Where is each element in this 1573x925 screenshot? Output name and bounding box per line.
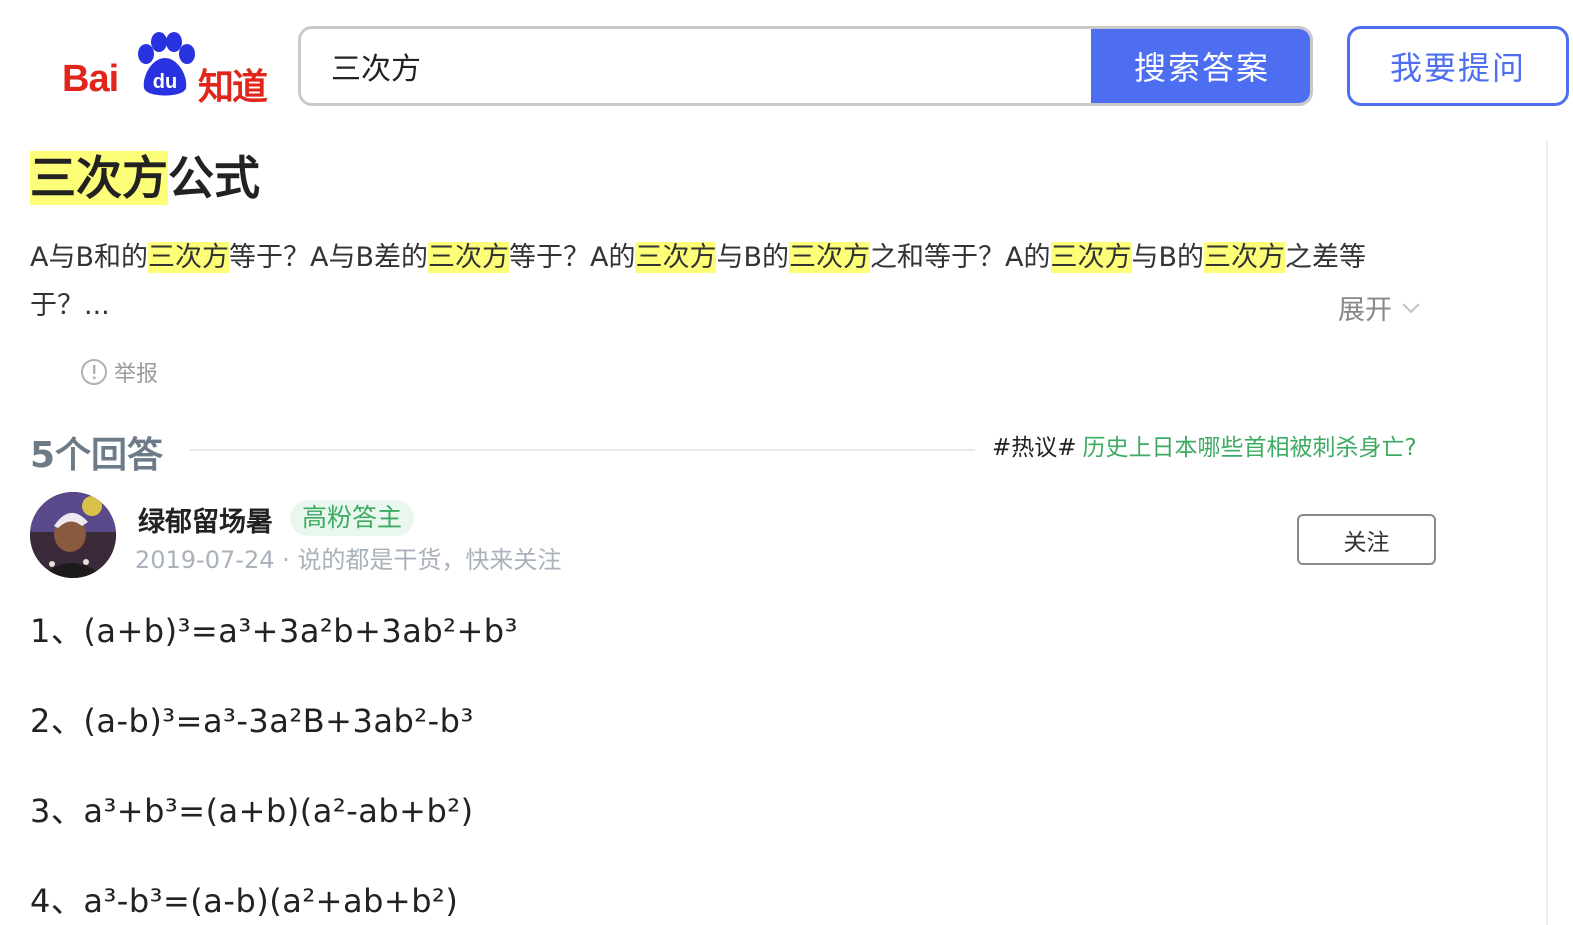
- baidu-zhidao-logo[interactable]: Bai du 知道: [60, 30, 270, 108]
- desc-text: 等于？A与B差的: [229, 242, 428, 273]
- report-label: 举报: [114, 362, 159, 387]
- right-divider: [1546, 140, 1548, 925]
- ask-question-button[interactable]: 我要提问: [1347, 26, 1569, 106]
- formula-line: 1、(a+b)³=a³+3a²b+3ab²+b³: [30, 612, 518, 650]
- answers-divider: [190, 449, 975, 451]
- title-rest: 公式: [168, 151, 260, 205]
- hot-tag: #热议#: [992, 435, 1077, 461]
- search-answers-button[interactable]: 搜索答案: [1091, 29, 1310, 103]
- author-badge: 高粉答主: [290, 500, 415, 536]
- chevron-down-icon: [1402, 302, 1420, 313]
- question-description: A与B和的三次方等于？A与B差的三次方等于？A的三次方与B的三次方之和等于？A的…: [30, 234, 1430, 330]
- desc-highlight: 三次方: [148, 242, 229, 273]
- report-button[interactable]: 举报: [80, 356, 158, 388]
- answer-meta: 2019-07-24 · 说的都是干货，快来关注: [135, 546, 562, 574]
- search-box: 搜索答案: [298, 26, 1313, 106]
- follow-button[interactable]: 关注: [1297, 514, 1436, 565]
- desc-highlight: 三次方: [1050, 242, 1132, 273]
- logo-text-du: du: [153, 71, 177, 93]
- expand-label: 展开: [1338, 295, 1392, 326]
- paw-logo-icon: du: [138, 32, 195, 96]
- desc-text: 与B的: [716, 242, 790, 273]
- logo-text-bai: Bai: [62, 58, 119, 100]
- desc-text: A与B和的: [30, 242, 148, 273]
- warning-circle-icon: [81, 359, 107, 385]
- desc-text: 等于？A的: [509, 242, 636, 273]
- desc-text: 与B的: [1131, 242, 1205, 273]
- avatar[interactable]: [30, 492, 116, 578]
- desc-highlight: 三次方: [1204, 242, 1286, 273]
- search-input[interactable]: [301, 29, 1091, 103]
- formula-line: 4、a³-b³=(a-b)(a²+ab+b²): [30, 882, 459, 920]
- hot-topic: #热议# 历史上日本哪些首相被刺杀身亡?: [992, 432, 1417, 464]
- formula-line: 3、a³+b³=(a+b)(a²-ab+b²): [30, 792, 474, 830]
- answers-count: 5个回答: [30, 435, 164, 476]
- title-highlight: 三次方: [30, 151, 168, 205]
- hot-topic-link[interactable]: 历史上日本哪些首相被刺杀身亡?: [1083, 432, 1417, 464]
- desc-text: 之和等于？A的: [870, 242, 1051, 273]
- question-title: 三次方公式: [30, 146, 260, 210]
- avatar-image: [30, 492, 116, 578]
- desc-highlight: 三次方: [428, 242, 509, 273]
- logo-text-zhidao: 知道: [198, 67, 268, 108]
- desc-highlight: 三次方: [789, 242, 871, 273]
- author-name[interactable]: 绿郁留场暑: [138, 500, 273, 539]
- desc-highlight: 三次方: [635, 242, 717, 273]
- formula-line: 2、(a-b)³=a³-3a²B+3ab²-b³: [30, 702, 474, 740]
- expand-button[interactable]: 展开: [1338, 288, 1422, 327]
